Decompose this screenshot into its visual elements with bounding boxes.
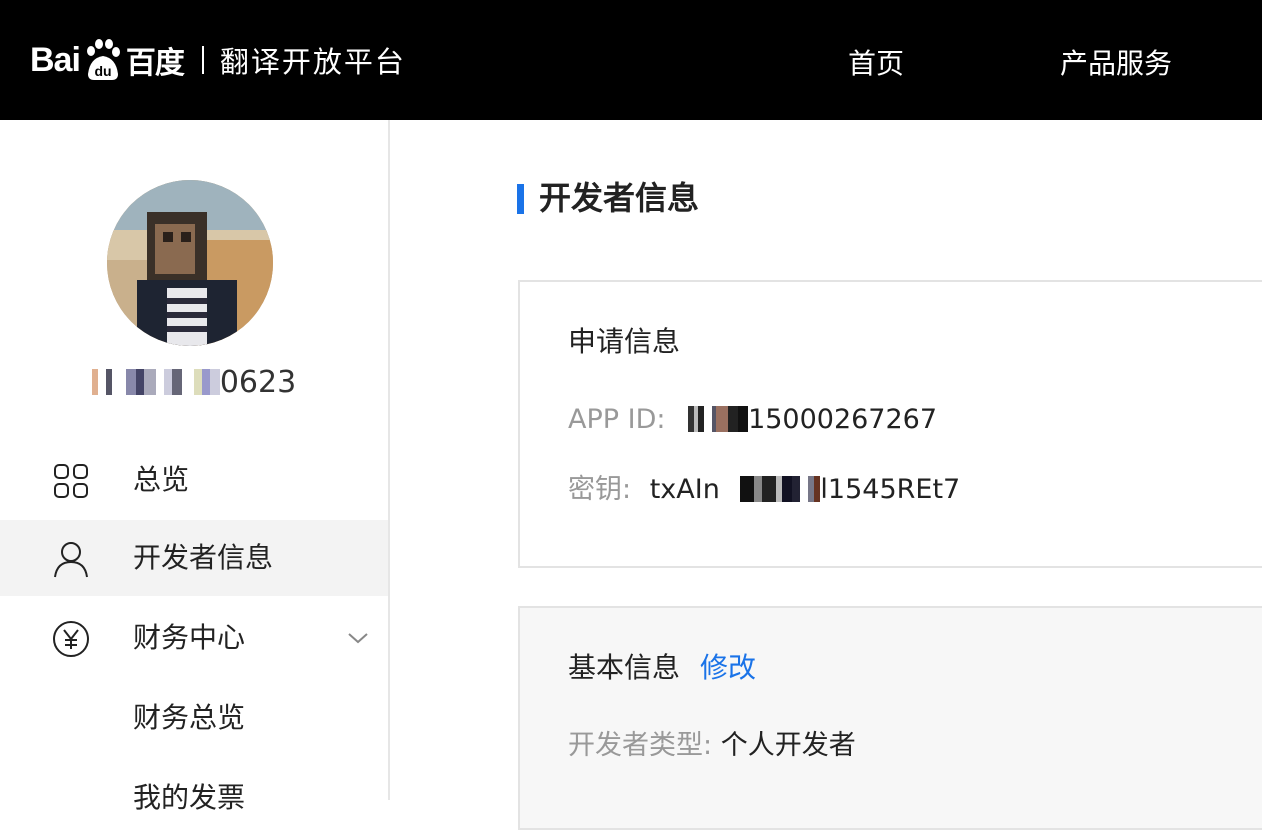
basic-info-heading-row: 基本信息 修改: [568, 646, 756, 690]
developer-type-field: 开发者类型: 个人开发者: [568, 724, 856, 768]
developer-type-value: 个人开发者: [720, 730, 856, 761]
basic-info-heading: 基本信息: [568, 651, 681, 684]
nav-home[interactable]: 首页: [848, 44, 904, 84]
top-header: Bai du 百度 翻译开放平台 首页 产品服务: [0, 0, 1262, 120]
username: 0623: [0, 358, 388, 408]
app-id-mosaic: [688, 405, 749, 432]
sidebar-item-my-invoices[interactable]: 我的发票: [0, 760, 388, 836]
secret-key-prefix[interactable]: txAIn: [650, 474, 720, 505]
application-info-card: 申请信息 APP ID: 15000267267 密钥: txAIn l1545…: [518, 280, 1262, 568]
app-id-field: APP ID: 15000267267: [568, 398, 937, 442]
avatar[interactable]: [107, 180, 273, 346]
sidebar-item-developer-info[interactable]: 开发者信息: [0, 520, 388, 596]
title-accent-bar: [517, 184, 524, 214]
grid-icon: [52, 462, 90, 500]
yen-icon: [52, 620, 90, 658]
secret-key-suffix[interactable]: l1545REt7: [820, 474, 960, 505]
secret-key-label: 密钥:: [568, 474, 632, 505]
baidu-logo[interactable]: Bai du 百度 翻译开放平台: [30, 28, 406, 92]
page-title: 开发者信息: [539, 179, 700, 217]
secret-key-field: 密钥: txAIn l1545REt7: [568, 468, 960, 512]
sidebar-item-label: 财务中心: [133, 621, 246, 654]
svg-text:du: du: [94, 63, 111, 79]
sidebar-item-overview[interactable]: 总览: [0, 442, 388, 518]
sidebar-item-label: 财务总览: [133, 701, 246, 734]
secret-key-mosaic: [728, 475, 821, 502]
user-icon: [52, 540, 90, 578]
logo-wordmark: Bai: [30, 40, 81, 79]
sidebar-item-finance-overview[interactable]: 财务总览: [0, 680, 388, 756]
app-id-value[interactable]: 15000267267: [748, 404, 937, 435]
sidebar-item-finance-center[interactable]: 财务中心: [0, 600, 388, 676]
app-id-label: APP ID:: [568, 404, 666, 435]
logo-chinese: 百度: [125, 46, 185, 81]
edit-link[interactable]: 修改: [700, 651, 756, 684]
sidebar-item-label: 开发者信息: [133, 541, 274, 574]
application-info-heading: 申请信息: [568, 325, 681, 358]
chevron-down-icon[interactable]: [346, 626, 370, 650]
paw-icon: du: [82, 38, 122, 82]
sidebar: 0623 总览 开发者信息 财务中心 财务总览 我的发票: [0, 120, 390, 814]
logo-divider: [201, 46, 204, 74]
nav-products[interactable]: 产品服务: [1060, 44, 1172, 84]
username-suffix: 0623: [219, 365, 297, 400]
sidebar-item-label: 总览: [133, 463, 190, 496]
basic-info-card: 基本信息 修改 开发者类型: 个人开发者: [518, 606, 1262, 830]
developer-type-label: 开发者类型:: [568, 730, 713, 761]
sidebar-item-label: 我的发票: [133, 781, 246, 814]
username-mosaic: [91, 368, 220, 395]
platform-title: 翻译开放平台: [219, 45, 406, 79]
